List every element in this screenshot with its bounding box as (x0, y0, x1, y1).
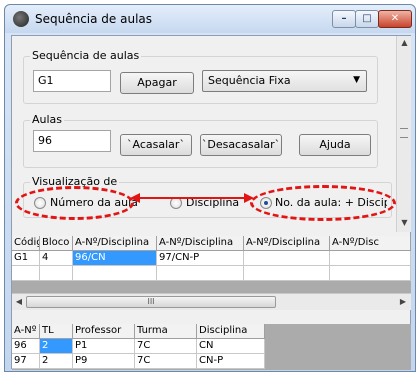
sequence-group-label: Sequência de aulas (30, 49, 142, 62)
table-cell[interactable]: 7C (135, 339, 197, 354)
close-button[interactable]: ✕ (378, 10, 412, 28)
column-header[interactable]: A-Nº/Disciplina (244, 236, 330, 251)
annotation-circle-right (250, 185, 396, 221)
main-window: Sequência de aulas – □ ✕ Sequência de au… (4, 4, 416, 372)
column-header[interactable]: A-Nº/Disciplina (157, 236, 244, 251)
table-cell[interactable] (244, 266, 330, 281)
column-header[interactable]: A-Nº/Disciplina (73, 236, 157, 251)
table-cell[interactable]: P9 (73, 354, 135, 369)
table-cell[interactable]: CN (197, 339, 265, 354)
client-area: Sequência de aulas G1 Apagar Sequência F… (11, 35, 411, 370)
sequence-mode-value: Sequência Fixa (208, 74, 291, 87)
table-cell[interactable] (330, 266, 411, 281)
lesson-number-input[interactable]: 96 (33, 130, 111, 152)
table-cell[interactable]: 7C (135, 354, 197, 369)
window-title: Sequência de aulas (35, 12, 153, 26)
table-cell[interactable]: CN-P (197, 354, 265, 369)
settings-panel: Sequência de aulas G1 Apagar Sequência F… (12, 36, 396, 232)
scroll-down-icon[interactable]: ▼ (397, 216, 412, 230)
annotation-arrow (130, 193, 254, 203)
lessons-table: A-Nº TL Professor Turma Disciplina 96 2 … (12, 324, 411, 370)
column-header[interactable]: A-Nº/Disc (330, 236, 411, 251)
chevron-down-icon: ▼ (353, 75, 360, 85)
table-cell[interactable] (244, 251, 330, 266)
minimize-button[interactable]: – (332, 10, 356, 28)
table-cell[interactable] (12, 266, 40, 281)
column-header[interactable]: Disciplina (197, 324, 265, 339)
sequence-horizontal-scrollbar[interactable]: ◀ III ▶ (12, 293, 411, 310)
column-header[interactable]: Professor (73, 324, 135, 339)
table-cell-selected[interactable]: 2 (40, 339, 73, 354)
column-header[interactable]: A-Nº (12, 324, 40, 339)
column-header[interactable]: Turma (135, 324, 197, 339)
scroll-up-icon[interactable]: ▲ (397, 36, 412, 50)
table-cell[interactable]: 97/CN-P (157, 251, 244, 266)
maximize-button[interactable]: □ (355, 10, 379, 28)
settings-vertical-scrollbar[interactable]: ▲ ▼ (396, 36, 411, 232)
app-icon (13, 11, 29, 27)
close-icon: ✕ (390, 13, 400, 24)
minimize-icon: – (341, 13, 347, 24)
sequence-name-input[interactable]: G1 (33, 70, 111, 92)
sequence-table: Códig Bloco A-Nº/Disciplina A-Nº/Discipl… (12, 236, 411, 310)
table-cell[interactable]: 97 (12, 354, 40, 369)
scroll-left-icon[interactable]: ◀ (12, 294, 26, 310)
table-cell[interactable]: G1 (12, 251, 40, 266)
column-header[interactable]: TL (40, 324, 73, 339)
unpair-button[interactable]: `Desacasalar` (200, 134, 282, 156)
pair-button[interactable]: `Acasalar` (120, 134, 192, 156)
sequence-mode-select[interactable]: Sequência Fixa ▼ (202, 70, 367, 92)
delete-button[interactable]: Apagar (120, 72, 194, 94)
table-cell[interactable]: 2 (40, 354, 73, 369)
annotation-circle-left (15, 186, 134, 220)
column-header[interactable]: Códig (12, 236, 40, 251)
lessons-group-label: Aulas (30, 113, 65, 126)
table-cell[interactable] (157, 266, 244, 281)
table-cell-selected[interactable]: 96/CN (73, 251, 157, 266)
column-header[interactable]: Bloco (40, 236, 73, 251)
table-cell[interactable] (330, 251, 411, 266)
title-bar[interactable]: Sequência de aulas – □ ✕ (5, 5, 415, 33)
table-cell[interactable] (40, 266, 73, 281)
table-cell[interactable] (73, 266, 157, 281)
scroll-right-icon[interactable]: ▶ (396, 294, 410, 310)
scroll-grip-icon[interactable] (400, 128, 408, 138)
scroll-thumb[interactable]: III (26, 296, 276, 308)
maximize-icon: □ (362, 13, 372, 24)
help-button[interactable]: Ajuda (299, 134, 371, 156)
table-cell[interactable]: 96 (12, 339, 40, 354)
table-cell[interactable]: 4 (40, 251, 73, 266)
table-cell[interactable]: P1 (73, 339, 135, 354)
